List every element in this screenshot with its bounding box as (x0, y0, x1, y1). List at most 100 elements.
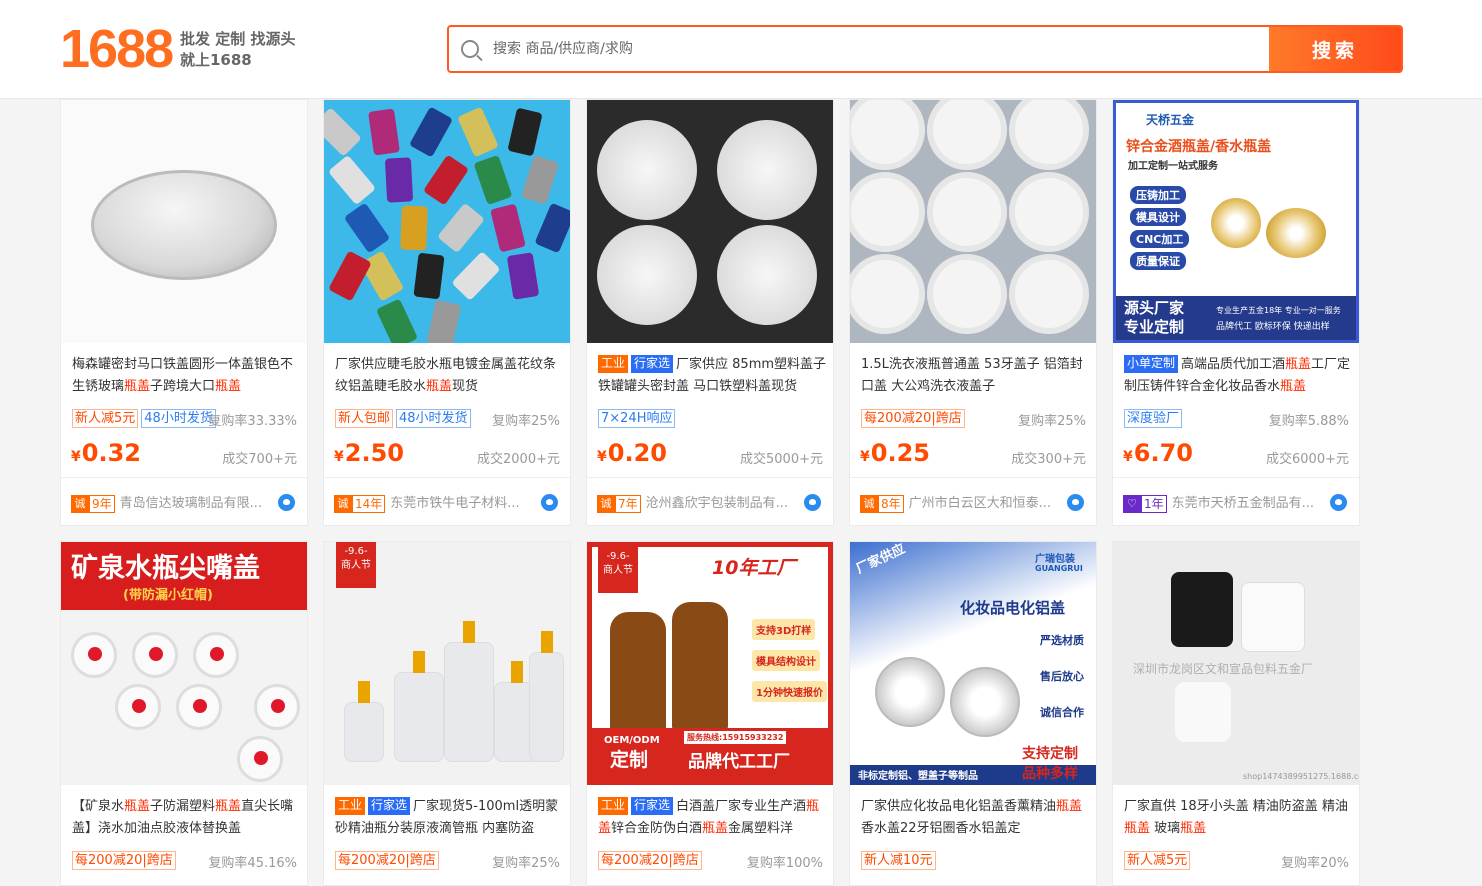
product-card[interactable]: 天桥五金 锌合金酒瓶盖/香水瓶盖 加工定制一站式服务 压铸加工 模具设计 CNC加工 质量保… (1112, 99, 1360, 526)
tin-lid-shape (91, 170, 277, 280)
white-cap-shape (927, 100, 1007, 170)
clear-lid-shape (597, 225, 697, 325)
product-card[interactable]: 深圳市龙岗区文和宣品包料五金厂 shop1474389951275.1688.co… (1112, 541, 1360, 886)
promo-badges: 新人减10元 (861, 851, 1061, 870)
product-title[interactable]: 1.5L洗衣液瓶普通盖 53牙盖子 铝箔封口盖 大公鸡洗衣液盖子 (861, 354, 1091, 398)
product-title[interactable]: 工业 行家选 厂家现货5-100ml透明蒙砂精油瓶分装原液滴管瓶 内塞防盗 (335, 796, 565, 840)
product-thumbnail[interactable] (324, 100, 570, 343)
product-thumbnail[interactable]: 天桥五金 锌合金酒瓶盖/香水瓶盖 加工定制一站式服务 压铸加工 模具设计 CNC加工 质量保… (1113, 100, 1359, 343)
shop-name[interactable]: 广州市白云区大和恒泰... (909, 496, 1051, 511)
product-thumbnail[interactable] (61, 100, 307, 343)
ad-footer-text: 品牌代工工厂 (688, 752, 790, 772)
product-thumbnail[interactable] (587, 100, 833, 343)
promo-text: 商人节 (603, 565, 633, 576)
site-logo[interactable]: 1688 (60, 22, 174, 76)
product-title[interactable]: 工业 行家选 白酒盖厂家专业生产酒瓶盖锌合金防伪白酒瓶盖金属塑料洋 (598, 796, 828, 840)
repurchase-rate: 复购率5.88% (1268, 414, 1349, 429)
product-title[interactable]: 【矿泉水瓶盖子防漏塑料瓶盖直尖长嘴盖】浇水加油点胶液体替换盖 (72, 796, 302, 840)
title-highlight: 瓶盖 (124, 799, 151, 814)
chat-icon[interactable] (541, 494, 558, 511)
product-card[interactable]: 梅森罐密封马口铁盖圆形一体盖银色不生锈玻璃瓶盖子跨境大口瓶盖 新人减5元 48小时发… (60, 99, 308, 526)
product-card[interactable]: -9.6- 商人节 10年工厂 支持3D打样 模具结构设计 1分钟快速报价 OEM/ODM 定… (586, 541, 834, 886)
product-image[interactable] (324, 100, 570, 343)
product-image[interactable]: -9.6- 商人节 (324, 542, 570, 785)
product-card[interactable]: 1.5L洗衣液瓶普通盖 53牙盖子 铝箔封口盖 大公鸡洗衣液盖子 每200减20|… (849, 99, 1097, 526)
cap-shape (437, 202, 485, 254)
price-value: 0.25 (870, 439, 930, 467)
product-image[interactable]: 矿泉水瓶尖嘴盖 (带防漏小红帽) (61, 542, 307, 785)
chat-icon[interactable] (804, 494, 821, 511)
white-cap-shape (850, 172, 925, 252)
product-card[interactable]: -9.6- 商人节工业 行家选 厂家现货5-100ml透明蒙砂精油瓶分装原液滴管瓶 内… (323, 541, 571, 886)
gold-cap-shape (1266, 208, 1326, 258)
alu-cap-shape (875, 657, 945, 727)
product-card[interactable]: 工业 行家选 厂家供应 85mm塑料盖子 铁罐罐头密封盖 马口铁塑料盖现货 7×24H… (586, 99, 834, 526)
dropper-plug-shape (1175, 682, 1231, 742)
promo-badge: 新人减5元 (1124, 851, 1191, 870)
product-image[interactable]: 深圳市龙岗区文和宣品包料五金厂 shop1474389951275.1688.co… (1113, 542, 1359, 785)
product-image[interactable] (587, 100, 833, 343)
wine-bottle-shape (672, 602, 728, 732)
trust-icon: 诚 (334, 494, 352, 513)
product-title[interactable]: 厂家直供 18牙小头盖 精油防盗盖 精油瓶盖 玻璃瓶盖 (1124, 796, 1354, 840)
title-highlight: 瓶盖 (1056, 799, 1083, 814)
product-thumbnail[interactable]: -9.6- 商人节 (324, 542, 570, 785)
product-card[interactable]: 厂家供应睫毛胶水瓶电镀金属盖花纹条纹铝盖睫毛胶水瓶盖现货 新人包邮 48小时发货 复购… (323, 99, 571, 526)
chat-icon[interactable] (1067, 494, 1084, 511)
title-highlight: 瓶盖 (1280, 379, 1307, 394)
shop-info[interactable]: 诚 14年 东莞市铁牛电子材料... (334, 492, 520, 513)
alu-cap-shape (950, 667, 1020, 737)
title-text: 厂家直供 18牙小头盖 精油防盗盖 精油 (1124, 799, 1348, 814)
product-tag: 工业 (598, 797, 629, 815)
title-text: 1.5L洗衣液瓶普通盖 53牙盖子 铝箔封口盖 大公鸡洗衣液盖子 (861, 357, 1083, 394)
promo-badge: -9.6- 商人节 (598, 547, 638, 593)
shop-info[interactable]: 诚 7年 沧州鑫欣宇包装制品有... (597, 492, 788, 513)
currency-symbol: ¥ (597, 449, 607, 465)
spout-cap-shape (132, 632, 178, 678)
product-image[interactable] (850, 100, 1096, 343)
cap-shape (451, 251, 501, 301)
white-cap-shape (1241, 582, 1305, 652)
product-thumbnail[interactable]: 深圳市龙岗区文和宣品包料五金厂 shop1474389951275.1688.co… (1113, 542, 1359, 785)
product-title[interactable]: 工业 行家选 厂家供应 85mm塑料盖子 铁罐罐头密封盖 马口铁塑料盖现货 (598, 354, 828, 398)
product-image[interactable]: -9.6- 商人节 10年工厂 支持3D打样 模具结构设计 1分钟快速报价 OEM/ODM 定… (587, 542, 833, 785)
product-title[interactable]: 厂家供应睫毛胶水瓶电镀金属盖花纹条纹铝盖睫毛胶水瓶盖现货 (335, 354, 565, 398)
product-thumbnail[interactable]: 厂家供应 广瑞包装 GUANGRUI 化妆品电化铝盖 严选材质 售后放心 诚信合作 非标定制铝… (850, 542, 1096, 785)
promo-badge: 每200减20|跨店 (598, 851, 702, 870)
shop-name[interactable]: 青岛信达玻璃制品有限... (120, 496, 262, 511)
search-input[interactable] (493, 27, 1269, 71)
product-image[interactable] (61, 100, 307, 343)
product-image[interactable]: 天桥五金 锌合金酒瓶盖/香水瓶盖 加工定制一站式服务 压铸加工 模具设计 CNC加工 质量保… (1113, 100, 1359, 343)
shop-name[interactable]: 东莞市铁牛电子材料... (390, 496, 519, 511)
shop-info[interactable]: 诚 9年 青岛信达玻璃制品有限... (71, 492, 262, 513)
chat-icon[interactable] (278, 494, 295, 511)
product-thumbnail[interactable]: -9.6- 商人节 10年工厂 支持3D打样 模具结构设计 1分钟快速报价 OEM/ODM 定… (587, 542, 833, 785)
ad-footer-text: 源头厂家 (1124, 299, 1185, 317)
search-button[interactable]: 搜索 (1269, 27, 1401, 71)
chat-icon[interactable] (1330, 494, 1347, 511)
trust-icon: ♡ (1123, 494, 1141, 513)
product-card[interactable]: 厂家供应 广瑞包装 GUANGRUI 化妆品电化铝盖 严选材质 售后放心 诚信合作 非标定制铝… (849, 541, 1097, 886)
title-highlight: 瓶盖 (215, 799, 242, 814)
shop-name[interactable]: 东莞市天桥五金制品有... (1172, 496, 1314, 511)
product-title[interactable]: 梅森罐密封马口铁盖圆形一体盖银色不生锈玻璃瓶盖子跨境大口瓶盖 (72, 354, 302, 398)
product-thumbnail[interactable]: 矿泉水瓶尖嘴盖 (带防漏小红帽) (61, 542, 307, 785)
shop-years: 9年 (89, 494, 115, 513)
product-card[interactable]: 矿泉水瓶尖嘴盖 (带防漏小红帽) 【矿泉水瓶盖子防漏塑料瓶盖直尖长嘴盖】浇水加油点胶… (60, 541, 308, 886)
shop-name[interactable]: 沧州鑫欣宇包装制品有... (646, 496, 788, 511)
product-price: ¥0.25 (860, 439, 930, 471)
shop-info[interactable]: 诚 8年 广州市白云区大和恒泰... (860, 492, 1051, 513)
promo-badge: 深度验厂 (1124, 409, 1183, 428)
white-cap-shape (927, 172, 1007, 252)
title-highlight: 瓶盖 (215, 379, 242, 394)
top-header: 1688 批发 定制 找源头 就上1688 搜索 (0, 0, 1482, 99)
product-title[interactable]: 厂家供应化妆品电化铝盖香薰精油瓶盖香水盖22牙铝圈香水铝盖定 (861, 796, 1091, 840)
dropper-bottle-shape (529, 631, 564, 762)
product-image[interactable]: 厂家供应 广瑞包装 GUANGRUI 化妆品电化铝盖 严选材质 售后放心 诚信合作 非标定制铝… (850, 542, 1096, 785)
product-thumbnail[interactable] (850, 100, 1096, 343)
card-divider (587, 477, 833, 478)
repurchase-rate: 复购率25% (492, 856, 560, 871)
shop-info[interactable]: ♡ 1年 东莞市天桥五金制品有... (1123, 492, 1314, 513)
cap-shape (324, 107, 362, 157)
product-title[interactable]: 小单定制 高端品质代加工酒瓶盖工厂定制压铸件锌合金化妆品香水瓶盖 (1124, 354, 1354, 398)
